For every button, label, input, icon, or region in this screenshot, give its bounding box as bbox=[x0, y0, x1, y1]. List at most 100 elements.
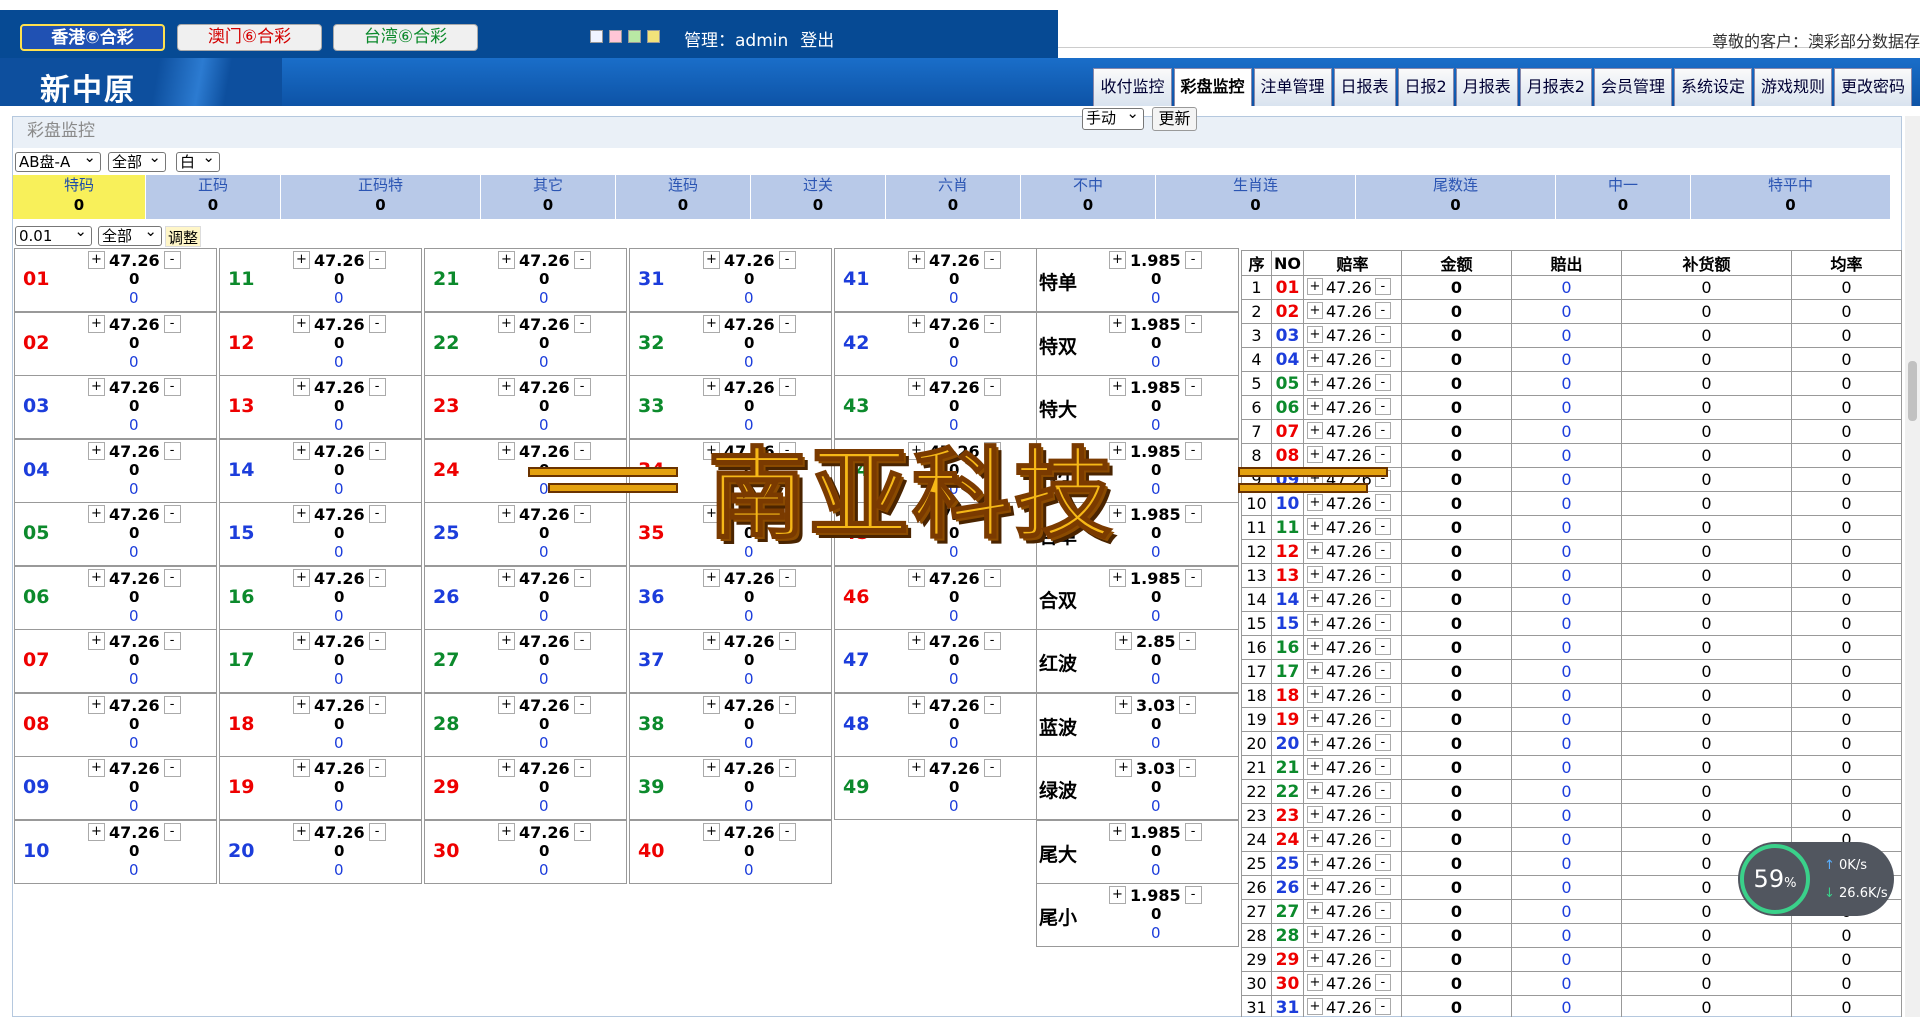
category-1[interactable]: 正码 0 bbox=[146, 175, 281, 219]
plus-button[interactable]: + bbox=[88, 378, 105, 396]
plus-button[interactable]: + bbox=[498, 695, 515, 714]
plus-button[interactable]: + bbox=[88, 251, 105, 269]
plus-button[interactable]: + bbox=[293, 822, 310, 841]
minus-button[interactable]: - bbox=[573, 378, 591, 396]
color-select[interactable]: 白 bbox=[176, 148, 220, 172]
plus-button[interactable]: + bbox=[498, 632, 515, 650]
minus-button[interactable]: - bbox=[1184, 251, 1202, 269]
minus-button[interactable]: - bbox=[1184, 822, 1202, 841]
minus-button[interactable]: - bbox=[1374, 950, 1391, 967]
plus-button[interactable]: + bbox=[1307, 854, 1323, 871]
category-4[interactable]: 连码 0 bbox=[616, 175, 751, 219]
minus-button[interactable]: - bbox=[1179, 632, 1197, 650]
plus-button[interactable]: + bbox=[908, 568, 925, 587]
minus-button[interactable]: - bbox=[368, 251, 386, 269]
nav-item-4[interactable]: 日报2 bbox=[1397, 68, 1454, 106]
plus-button[interactable]: + bbox=[1307, 758, 1323, 775]
plus-button[interactable]: + bbox=[1109, 251, 1126, 269]
plus-button[interactable]: + bbox=[1109, 568, 1126, 587]
plus-button[interactable]: + bbox=[1109, 822, 1126, 841]
plus-button[interactable]: + bbox=[293, 314, 310, 333]
minus-button[interactable]: - bbox=[778, 251, 796, 269]
minus-button[interactable]: - bbox=[1184, 886, 1202, 904]
minus-button[interactable]: - bbox=[163, 632, 181, 650]
plus-button[interactable]: + bbox=[88, 759, 105, 777]
plus-button[interactable]: + bbox=[1109, 314, 1126, 333]
plus-button[interactable]: + bbox=[1307, 614, 1323, 631]
plus-button[interactable]: + bbox=[908, 378, 925, 396]
plus-button[interactable]: + bbox=[293, 505, 310, 523]
tab-taiwan[interactable]: 台湾⑥合彩 bbox=[333, 24, 478, 51]
minus-button[interactable]: - bbox=[983, 695, 1001, 714]
minus-button[interactable]: - bbox=[1374, 614, 1391, 631]
minus-button[interactable]: - bbox=[983, 251, 1001, 269]
minus-button[interactable]: - bbox=[163, 314, 181, 333]
minus-button[interactable]: - bbox=[1374, 374, 1391, 391]
plus-button[interactable]: + bbox=[88, 568, 105, 587]
minus-button[interactable]: - bbox=[573, 759, 591, 777]
theme-swatch-pink[interactable] bbox=[609, 30, 622, 43]
minus-button[interactable]: - bbox=[573, 314, 591, 333]
plus-button[interactable]: + bbox=[1307, 806, 1323, 823]
minus-button[interactable]: - bbox=[368, 378, 386, 396]
minus-button[interactable]: - bbox=[368, 441, 386, 460]
minus-button[interactable]: - bbox=[1374, 302, 1391, 319]
minus-button[interactable]: - bbox=[368, 632, 386, 650]
plus-button[interactable]: + bbox=[703, 378, 720, 396]
theme-swatch-yellow[interactable] bbox=[647, 30, 660, 43]
nav-item-9[interactable]: 游戏规则 bbox=[1753, 68, 1832, 106]
scrollbar[interactable] bbox=[1905, 116, 1920, 1017]
category-6[interactable]: 六肖 0 bbox=[886, 175, 1021, 219]
plus-button[interactable]: + bbox=[703, 822, 720, 841]
plus-button[interactable]: + bbox=[1307, 638, 1323, 655]
plus-button[interactable]: + bbox=[88, 314, 105, 333]
nav-item-8[interactable]: 系统设定 bbox=[1673, 68, 1752, 106]
minus-button[interactable]: - bbox=[368, 314, 386, 333]
nav-item-0[interactable]: 收付监控 bbox=[1093, 68, 1172, 106]
plus-button[interactable]: + bbox=[1115, 632, 1132, 650]
plus-button[interactable]: + bbox=[293, 632, 310, 650]
minus-button[interactable]: - bbox=[1184, 378, 1202, 396]
plus-button[interactable]: + bbox=[498, 759, 515, 777]
minus-button[interactable]: - bbox=[1179, 695, 1197, 714]
minus-button[interactable]: - bbox=[573, 251, 591, 269]
minus-button[interactable]: - bbox=[163, 568, 181, 587]
plus-button[interactable]: + bbox=[293, 378, 310, 396]
minus-button[interactable]: - bbox=[368, 822, 386, 841]
minus-button[interactable]: - bbox=[1374, 590, 1391, 607]
plus-button[interactable]: + bbox=[1307, 662, 1323, 679]
plus-button[interactable]: + bbox=[1307, 974, 1323, 991]
tab-hongkong[interactable]: 香港⑥合彩 bbox=[20, 24, 165, 51]
plus-button[interactable]: + bbox=[1109, 378, 1126, 396]
minus-button[interactable]: - bbox=[1374, 758, 1391, 775]
plus-button[interactable]: + bbox=[1307, 998, 1323, 1015]
minus-button[interactable]: - bbox=[778, 759, 796, 777]
minus-button[interactable]: - bbox=[163, 378, 181, 396]
minus-button[interactable]: - bbox=[778, 632, 796, 650]
plus-button[interactable]: + bbox=[88, 505, 105, 523]
minus-button[interactable]: - bbox=[1374, 830, 1391, 847]
minus-button[interactable]: - bbox=[368, 695, 386, 714]
plus-button[interactable]: + bbox=[293, 695, 310, 714]
plus-button[interactable]: + bbox=[1307, 782, 1323, 799]
minus-button[interactable]: - bbox=[1374, 350, 1391, 367]
theme-swatch-green[interactable] bbox=[628, 30, 641, 43]
minus-button[interactable]: - bbox=[778, 695, 796, 714]
minus-button[interactable]: - bbox=[1374, 902, 1391, 919]
minus-button[interactable]: - bbox=[778, 568, 796, 587]
plus-button[interactable]: + bbox=[703, 314, 720, 333]
plus-button[interactable]: + bbox=[498, 441, 515, 460]
plus-button[interactable]: + bbox=[1307, 734, 1323, 751]
plus-button[interactable]: + bbox=[293, 251, 310, 269]
scope-select[interactable]: 全部 bbox=[108, 148, 166, 172]
minus-button[interactable]: - bbox=[983, 568, 1001, 587]
plus-button[interactable]: + bbox=[1307, 350, 1323, 367]
nav-item-1[interactable]: 彩盘监控 bbox=[1173, 68, 1252, 106]
update-button[interactable]: 更新 bbox=[1152, 107, 1197, 131]
minus-button[interactable]: - bbox=[1374, 974, 1391, 991]
plus-button[interactable]: + bbox=[498, 505, 515, 523]
category-3[interactable]: 其它 0 bbox=[481, 175, 616, 219]
plus-button[interactable]: + bbox=[908, 759, 925, 777]
minus-button[interactable]: - bbox=[573, 822, 591, 841]
minus-button[interactable]: - bbox=[368, 505, 386, 523]
